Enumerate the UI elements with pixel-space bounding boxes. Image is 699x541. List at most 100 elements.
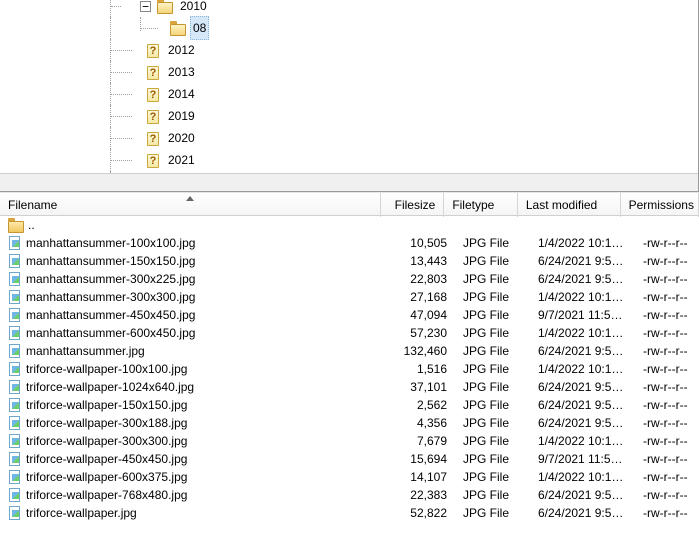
tree-node-2014[interactable]: ?2014 [0, 83, 698, 105]
file-date: 6/24/2021 9:53:... [530, 396, 635, 414]
file-row[interactable]: triforce-wallpaper-300x188.jpg4,356JPG F… [0, 414, 699, 432]
file-date: 6/24/2021 9:53:... [530, 504, 635, 522]
tree-node-label: 08 [190, 16, 209, 40]
file-name: manhattansummer.jpg [26, 342, 145, 360]
file-date: 6/24/2021 9:53:... [530, 342, 635, 360]
file-permissions: -rw-r--r-- [635, 288, 699, 306]
tree-node-label: 2014 [165, 82, 198, 106]
file-size: 7,679 [390, 432, 455, 450]
file-date: 1/4/2022 10:10:... [530, 360, 635, 378]
file-date: 6/24/2021 9:53:... [530, 252, 635, 270]
unknown-folder-icon: ? [145, 132, 161, 146]
tree-node-label: 2020 [165, 126, 198, 150]
file-size: 47,094 [390, 306, 455, 324]
file-row[interactable]: manhattansummer-150x150.jpg13,443JPG Fil… [0, 252, 699, 270]
file-date: 6/24/2021 9:53:... [530, 414, 635, 432]
tree-node-2010[interactable]: − 2010 [0, 0, 698, 17]
file-row[interactable]: triforce-wallpaper-1024x640.jpg37,101JPG… [0, 378, 699, 396]
unknown-folder-icon: ? [145, 176, 161, 190]
file-name: triforce-wallpaper-300x300.jpg [26, 432, 187, 450]
column-header-filename[interactable]: Filename [0, 193, 381, 217]
file-row[interactable]: manhattansummer-300x300.jpg27,168JPG Fil… [0, 288, 699, 306]
file-name: triforce-wallpaper.jpg [26, 504, 137, 522]
file-name: manhattansummer-150x150.jpg [26, 252, 195, 270]
folder-tree[interactable]: − 2010 08 ?2012?2013?2014?2019?2020?2021… [0, 0, 698, 192]
file-type: JPG File [455, 324, 530, 342]
image-file-icon [8, 254, 22, 268]
file-row[interactable]: manhattansummer-600x450.jpg 57,230JPG Fil… [0, 324, 699, 342]
collapse-toggle[interactable]: − [140, 1, 151, 12]
tree-node-2013[interactable]: ?2013 [0, 61, 698, 83]
file-name: manhattansummer-600x450.jpg [26, 324, 195, 342]
file-date: 6/24/2021 9:53:... [530, 486, 635, 504]
file-size: 2,562 [390, 396, 455, 414]
file-row[interactable]: triforce-wallpaper-300x300.jpg 7,679JPG F… [0, 432, 699, 450]
file-row[interactable]: triforce-wallpaper-768x480.jpg22,383JPG … [0, 486, 699, 504]
tree-node-2012[interactable]: ? 2012 [0, 39, 698, 61]
file-size: 22,383 [390, 486, 455, 504]
file-date: 1/4/2022 10:10:... [530, 324, 635, 342]
file-type: JPG File [455, 306, 530, 324]
file-size: 22,803 [390, 270, 455, 288]
file-row[interactable]: triforce-wallpaper-100x100.jpg1,516JPG F… [0, 360, 699, 378]
tree-node-label: 2012 [165, 38, 198, 62]
column-header-lastmodified[interactable]: Last modified [518, 193, 621, 217]
unknown-folder-icon: ? [145, 44, 161, 58]
file-type: JPG File [455, 342, 530, 360]
file-type: JPG File [455, 432, 530, 450]
file-name: triforce-wallpaper-150x150.jpg [26, 396, 187, 414]
tree-node-2020[interactable]: ? 2020 [0, 127, 698, 149]
file-row[interactable]: triforce-wallpaper.jpg52,822JPG File6/24… [0, 504, 699, 522]
image-file-icon [8, 470, 22, 484]
file-name: triforce-wallpaper-450x450.jpg [26, 450, 187, 468]
file-permissions: -rw-r--r-- [635, 378, 699, 396]
file-type: JPG File [455, 360, 530, 378]
unknown-folder-icon: ? [145, 110, 161, 124]
file-permissions: -rw-r--r-- [635, 486, 699, 504]
column-header-filesize[interactable]: Filesize [381, 193, 445, 217]
tree-node-2021[interactable]: ?2021 [0, 149, 698, 171]
tree-node-08[interactable]: 08 [0, 17, 698, 39]
image-file-icon [8, 308, 22, 322]
column-header-row: Filename Filesize Filetype Last modified… [0, 192, 699, 216]
file-permissions: -rw-r--r-- [635, 432, 699, 450]
image-file-icon [8, 290, 22, 304]
file-row[interactable]: triforce-wallpaper-150x150.jpg2,562JPG F… [0, 396, 699, 414]
file-date: 1/4/2022 10:10:... [530, 468, 635, 486]
tree-node-label: 2021 [165, 148, 198, 172]
file-row[interactable]: manhattansummer.jpg132,460JPG File6/24/2… [0, 342, 699, 360]
tree-node-2022[interactable]: ? 2022 [0, 171, 698, 192]
image-file-icon [8, 344, 22, 358]
file-permissions: -rw-r--r-- [635, 324, 699, 342]
file-date: 1/4/2022 10:10:... [530, 234, 635, 252]
file-row[interactable]: triforce-wallpaper-450x450.jpg15,694JPG … [0, 450, 699, 468]
file-row[interactable]: manhattansummer-450x450.jpg47,094JPG Fil… [0, 306, 699, 324]
file-row[interactable]: triforce-wallpaper-600x375.jpg14,107JPG … [0, 468, 699, 486]
file-permissions: -rw-r--r-- [635, 360, 699, 378]
tree-node-label: 2022 [165, 170, 198, 192]
folder-icon [157, 1, 173, 14]
file-list[interactable]: .. manhattansummer-100x100.jpg10,505JPG … [0, 216, 699, 522]
file-size: 37,101 [390, 378, 455, 396]
file-name: triforce-wallpaper-768x480.jpg [26, 486, 187, 504]
file-size: 57,230 [390, 324, 455, 342]
image-file-icon [8, 434, 22, 448]
file-type: JPG File [455, 468, 530, 486]
file-type: JPG File [455, 234, 530, 252]
file-name: manhattansummer-300x225.jpg [26, 270, 195, 288]
column-header-filetype[interactable]: Filetype [444, 193, 518, 217]
image-file-icon [8, 452, 22, 466]
file-row[interactable]: manhattansummer-300x225.jpg 22,803JPG Fil… [0, 270, 699, 288]
file-row[interactable]: manhattansummer-100x100.jpg10,505JPG Fil… [0, 234, 699, 252]
file-date: 9/7/2021 11:52:... [530, 450, 635, 468]
file-permissions: -rw-r--r-- [635, 270, 699, 288]
image-file-icon [8, 362, 22, 376]
file-name: triforce-wallpaper-100x100.jpg [26, 360, 187, 378]
image-file-icon [8, 416, 22, 430]
file-list-pane: Filename Filesize Filetype Last modified… [0, 192, 699, 541]
parent-directory-row[interactable]: .. [0, 216, 699, 234]
image-file-icon [8, 398, 22, 412]
column-header-permissions[interactable]: Permissions [621, 193, 699, 217]
file-type: JPG File [455, 270, 530, 288]
tree-node-2019[interactable]: ?2019 [0, 105, 698, 127]
